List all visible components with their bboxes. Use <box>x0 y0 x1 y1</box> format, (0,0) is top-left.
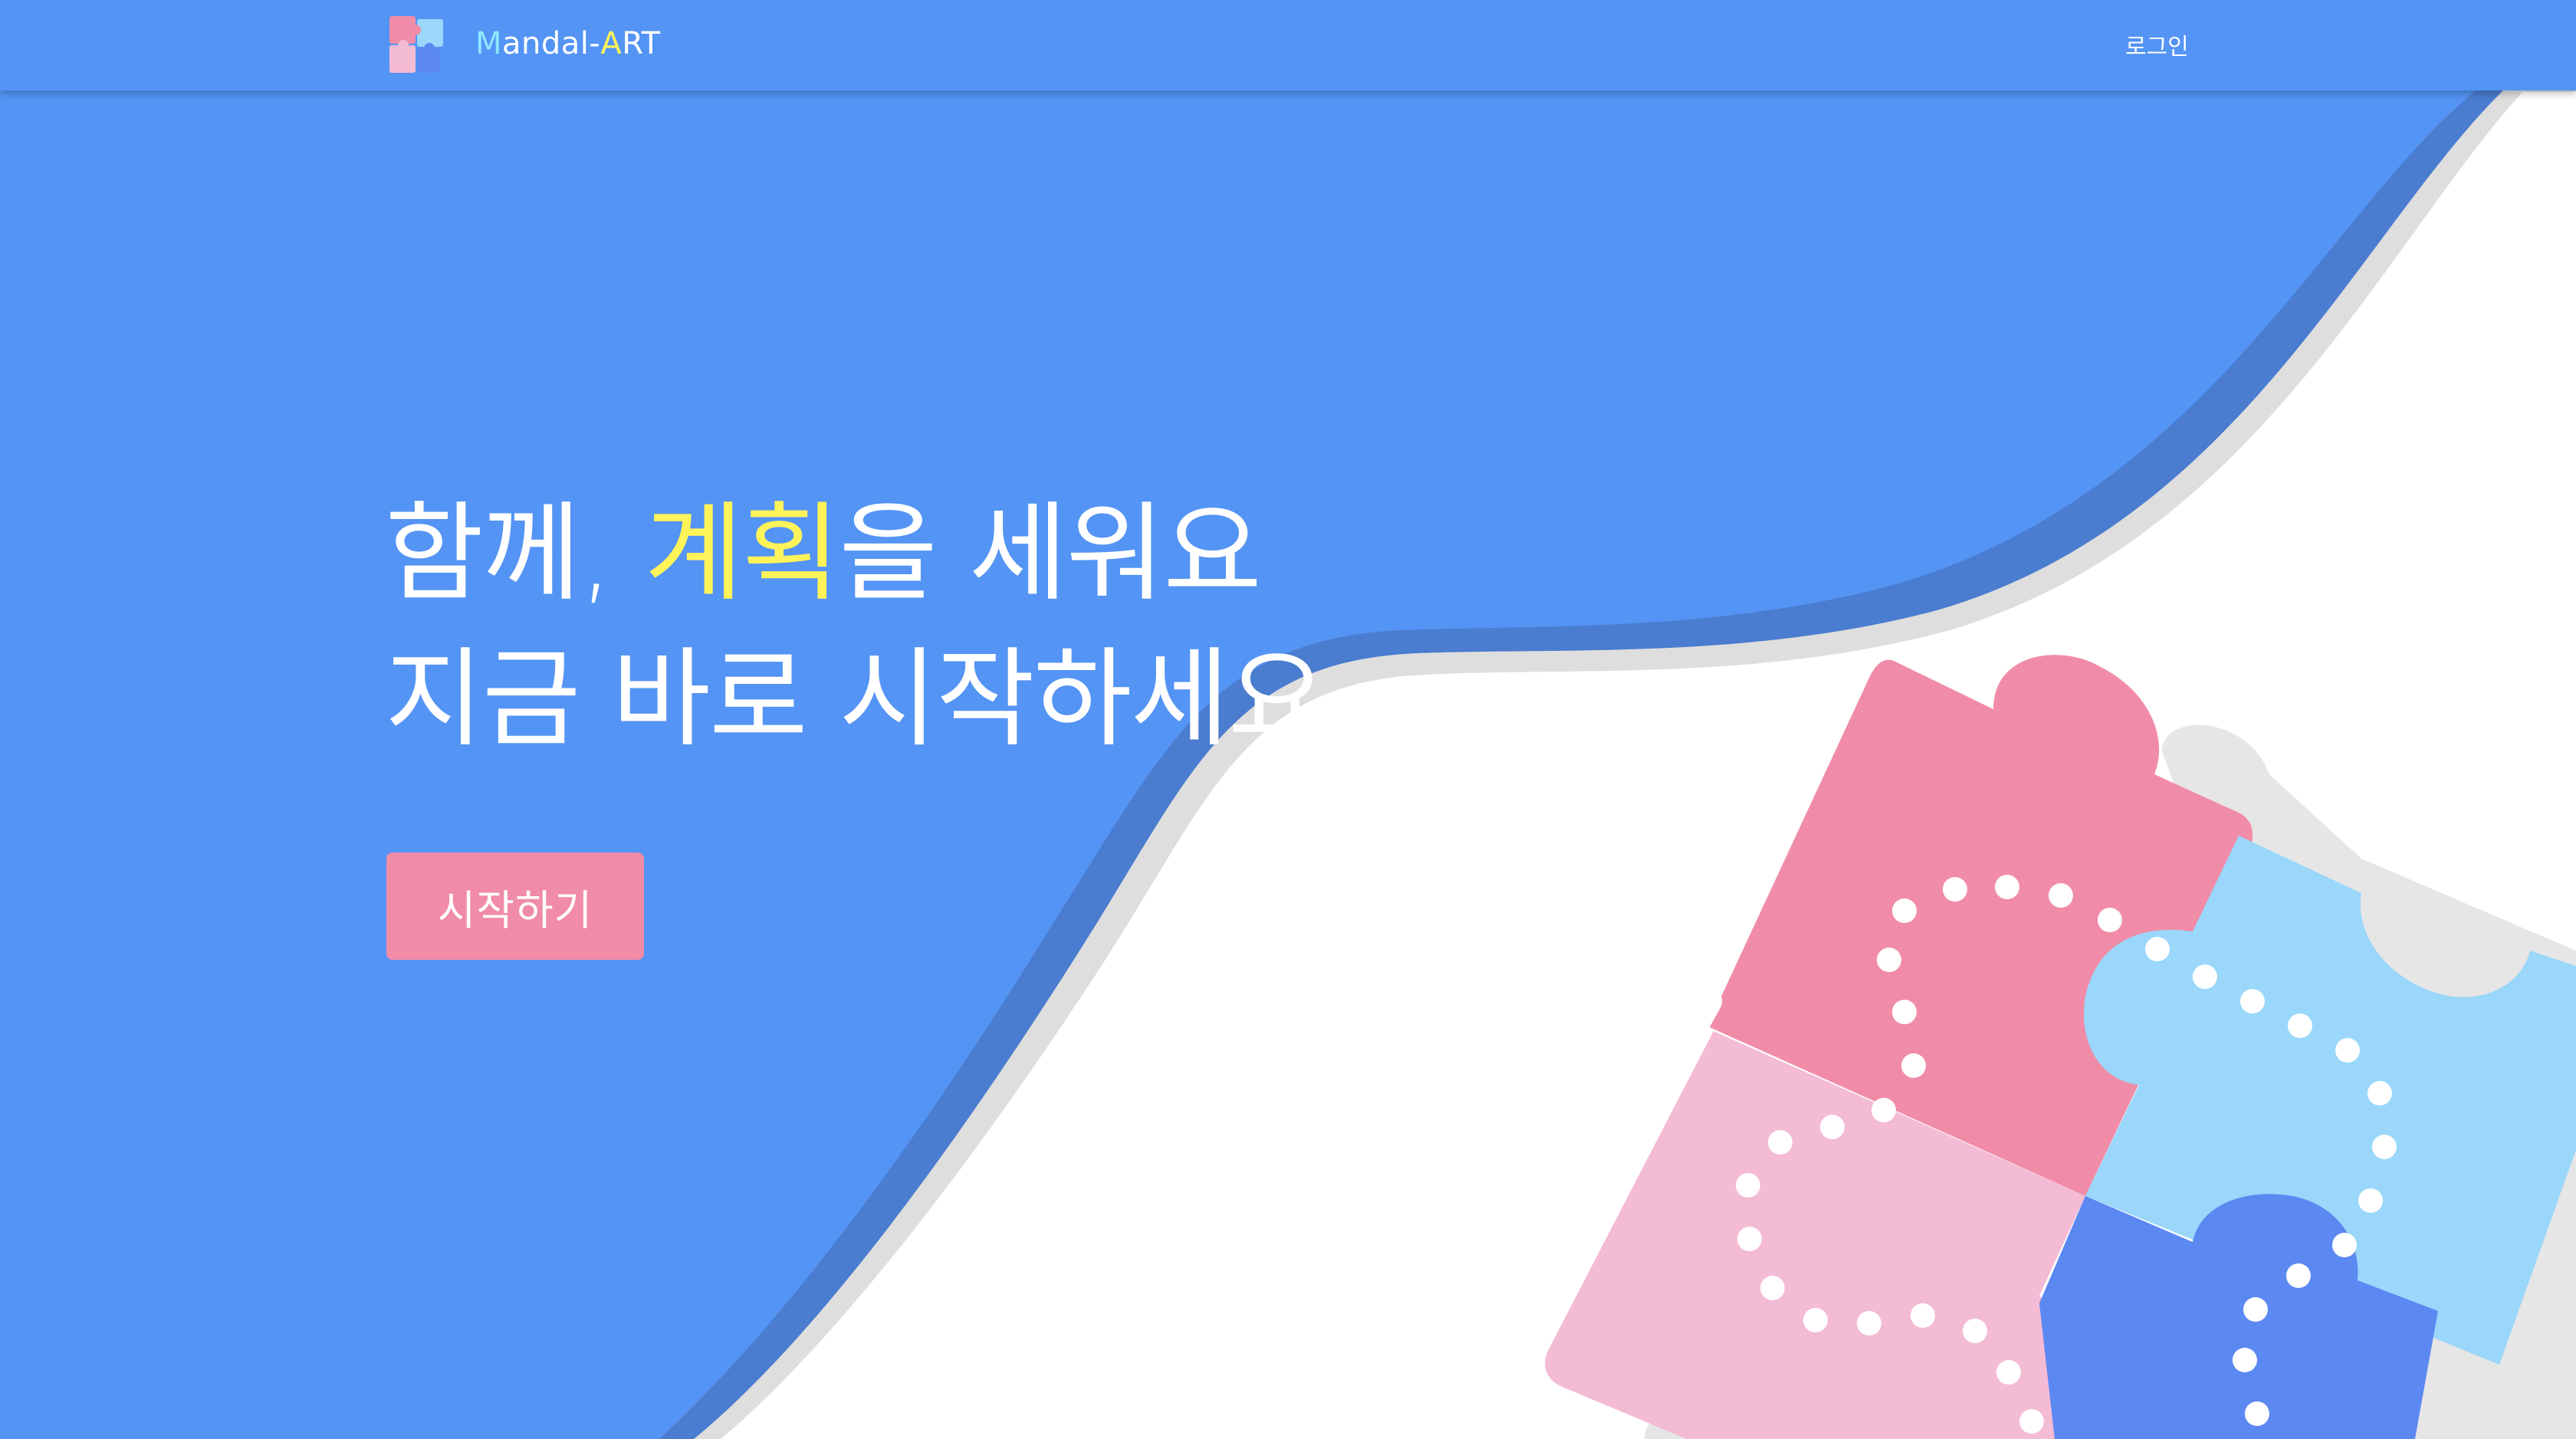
brand-name-a: A <box>600 26 623 61</box>
hero-headline: 함께, 계획을 세워요 지금 바로 시작하세요 <box>385 481 1326 773</box>
brand-name-m: M <box>475 26 503 61</box>
landing-page: M andal- A RT 로그인 함께, 계획을 세워요 지금 바로 시작하세… <box>0 0 2576 1439</box>
hero-line1-pre: 함께, <box>385 491 645 616</box>
hero-line-2: 지금 바로 시작하세요 <box>385 637 1326 762</box>
brand-home-link[interactable]: M andal- A RT <box>386 11 661 77</box>
brand-name: M andal- A RT <box>475 26 661 61</box>
brand-name-end: RT <box>622 26 661 61</box>
puzzle-logo-icon <box>389 16 443 73</box>
hero-line1-post: 을 세워요 <box>839 491 1262 616</box>
top-navbar: M andal- A RT 로그인 <box>0 0 2576 90</box>
start-button[interactable]: 시작하기 <box>386 853 644 960</box>
hero-line-1: 함께, 계획을 세워요 <box>385 481 1325 627</box>
hero-line1-highlight: 계획 <box>644 491 841 616</box>
puzzle-pieces-illustration <box>1545 655 2576 1439</box>
login-link[interactable]: 로그인 <box>2125 28 2189 61</box>
brand-name-mid: andal- <box>502 26 601 61</box>
